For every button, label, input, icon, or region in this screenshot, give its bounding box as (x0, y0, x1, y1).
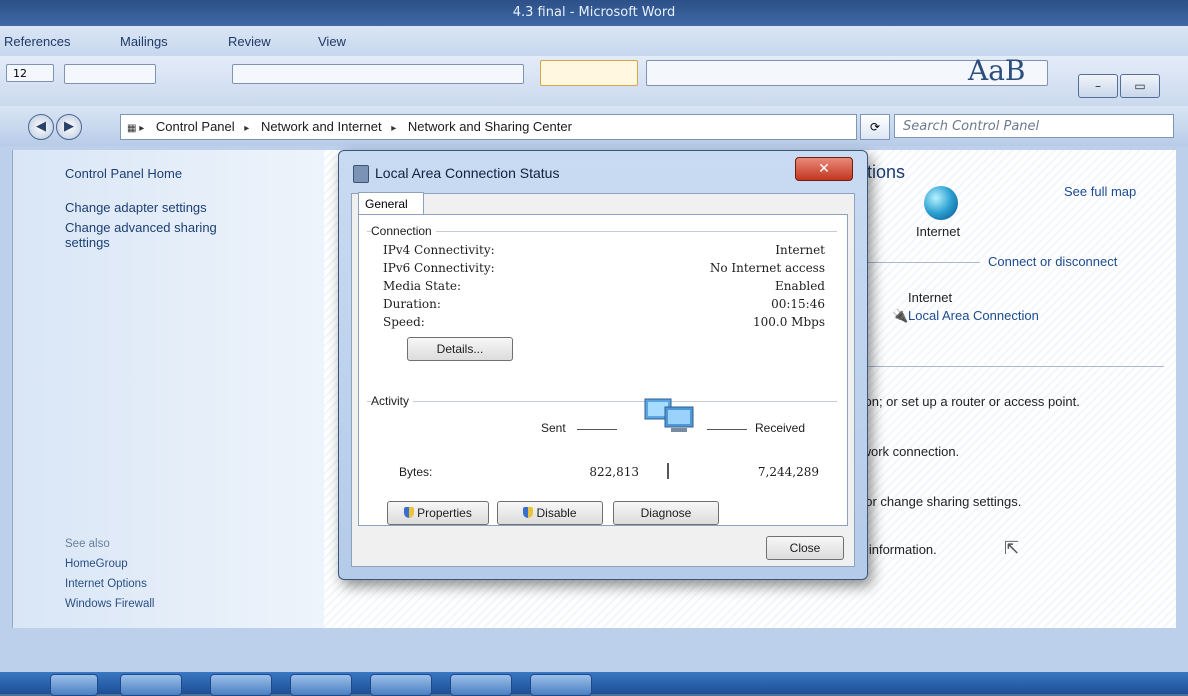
group-divider (367, 401, 837, 402)
address-bar: ◀ ▶ ▦ ▸ Control Panel ▸ Network and Inte… (0, 106, 1188, 146)
paragraph-controls[interactable] (232, 64, 524, 84)
see-also-label: See also (65, 538, 110, 550)
internet-options-link[interactable]: Internet Options (65, 578, 147, 590)
ipv4-value: Internet (775, 243, 825, 257)
taskbar-chrome[interactable] (370, 674, 432, 696)
taskbar-media[interactable] (120, 674, 182, 696)
activity-divider (667, 463, 669, 479)
ipv4-label: IPv4 Connectivity: (383, 243, 495, 257)
local-area-connection-link[interactable]: Local Area Connection (908, 308, 1039, 323)
taskbar (0, 672, 1188, 696)
control-panel-home-link[interactable]: Control Panel Home (65, 166, 182, 181)
minimize-button[interactable]: – (1078, 74, 1118, 98)
chevron-right-icon: ▸ (391, 123, 397, 134)
font-size-select[interactable]: 12 (6, 64, 54, 82)
search-input[interactable]: Search Control Panel (894, 114, 1174, 138)
internet-label: Internet (916, 224, 961, 239)
disable-button[interactable]: Disable (497, 501, 603, 525)
network-adapter-icon (353, 165, 369, 183)
back-button[interactable]: ◀ (28, 114, 54, 140)
disable-button-label: Disable (536, 506, 577, 520)
taskbar-network[interactable] (450, 674, 512, 696)
bytes-sent-value: 822,813 (589, 465, 639, 479)
taskbar-calculator[interactable] (530, 674, 592, 696)
chevron-right-icon: ▸ (244, 123, 250, 134)
ipv6-label: IPv6 Connectivity: (383, 261, 495, 275)
sent-line (577, 429, 617, 430)
network-plug-icon: 🔌 (892, 308, 909, 323)
general-panel: Connection IPv4 Connectivity: Internet I… (358, 214, 848, 526)
task-text-router[interactable]: tion; or set up a router or access point… (858, 394, 1080, 409)
bytes-label: Bytes: (399, 465, 433, 479)
breadcrumb-sharing-center[interactable]: Network and Sharing Center (408, 115, 572, 139)
shield-icon (523, 507, 534, 518)
duration-label: Duration: (383, 297, 441, 311)
media-state-label: Media State: (383, 279, 462, 293)
word-ribbon-tabs: References Mailings Review View (0, 26, 1188, 56)
tab-mailings[interactable]: Mailings (120, 34, 168, 49)
internet-globe-icon (924, 186, 958, 220)
sent-label: Sent (541, 421, 566, 435)
task-text-connection[interactable]: twork connection. (858, 444, 959, 459)
breadcrumb[interactable]: ▦ ▸ Control Panel ▸ Network and Internet… (120, 114, 857, 140)
font-grow-shrink-buttons[interactable] (64, 64, 156, 84)
see-full-map-link[interactable]: See full map (1064, 184, 1136, 199)
windows-firewall-link[interactable]: Windows Firewall (65, 598, 154, 610)
speed-label: Speed: (383, 315, 425, 329)
duration-value: 00:15:46 (771, 297, 825, 311)
left-nav-pane: Control Panel Home Change adapter settin… (12, 150, 325, 628)
connection-group-label: Connection (371, 224, 436, 238)
dialog-body: Connection IPv4 Connectivity: Internet I… (351, 192, 855, 567)
details-button[interactable]: Details... (407, 337, 513, 361)
word-title-bar: 4.3 final - Microsoft Word (0, 0, 1188, 26)
divider (858, 262, 980, 263)
breadcrumb-control-panel[interactable]: Control Panel (156, 115, 235, 139)
tab-general[interactable]: General (358, 192, 424, 214)
task-text-troubleshoot[interactable]: g information. (858, 542, 937, 557)
style-preview: AaB (968, 54, 1026, 87)
close-icon[interactable]: ✕ (795, 157, 853, 181)
breadcrumb-network-internet[interactable]: Network and Internet (261, 115, 382, 139)
tab-review[interactable]: Review (228, 34, 271, 49)
connect-or-disconnect-link[interactable]: Connect or disconnect (988, 254, 1117, 269)
local-area-connection-status-dialog: Local Area Connection Status ✕ Connectio… (338, 150, 868, 580)
taskbar-acrobat[interactable] (290, 674, 352, 696)
word-ribbon: 12 AaB (0, 54, 1188, 107)
bytes-received-value: 7,244,289 (757, 465, 819, 479)
shield-icon (404, 507, 415, 518)
received-line (707, 429, 747, 430)
tab-references[interactable]: References (4, 34, 70, 49)
divider (858, 366, 1164, 367)
control-panel-icon: ▦ ▸ (127, 123, 145, 134)
properties-button[interactable]: Properties (387, 501, 489, 525)
mouse-cursor-icon: ⇱ (1004, 538, 1020, 558)
change-advanced-sharing-link[interactable]: Change advanced sharing settings (65, 220, 265, 250)
media-state-value: Enabled (775, 279, 825, 293)
tab-view[interactable]: View (318, 34, 346, 49)
activity-group-label: Activity (371, 394, 414, 408)
close-button[interactable]: Close (766, 536, 844, 560)
speed-value: 100.0 Mbps (753, 315, 825, 329)
diagnose-button[interactable]: Diagnose (613, 501, 719, 525)
taskbar-explorer[interactable] (50, 674, 98, 696)
refresh-button[interactable]: ⟳ (860, 114, 890, 140)
homegroup-link[interactable]: HomeGroup (65, 558, 128, 570)
forward-button[interactable]: ▶ (56, 114, 82, 140)
received-label: Received (755, 421, 806, 435)
access-type-value: Internet (908, 290, 953, 305)
maximize-button[interactable]: ▭ (1120, 74, 1160, 98)
task-text-sharing[interactable]: , or change sharing settings. (858, 494, 1021, 509)
taskbar-word[interactable] (210, 674, 272, 696)
group-divider (367, 231, 837, 232)
style-normal[interactable] (540, 60, 638, 86)
word-title: 4.3 final - Microsoft Word (512, 5, 676, 20)
dialog-title: Local Area Connection Status (375, 165, 560, 181)
network-computers-icon (644, 398, 694, 432)
properties-button-label: Properties (417, 506, 472, 520)
change-adapter-settings-link[interactable]: Change adapter settings (65, 200, 207, 215)
ipv6-value: No Internet access (709, 261, 825, 275)
